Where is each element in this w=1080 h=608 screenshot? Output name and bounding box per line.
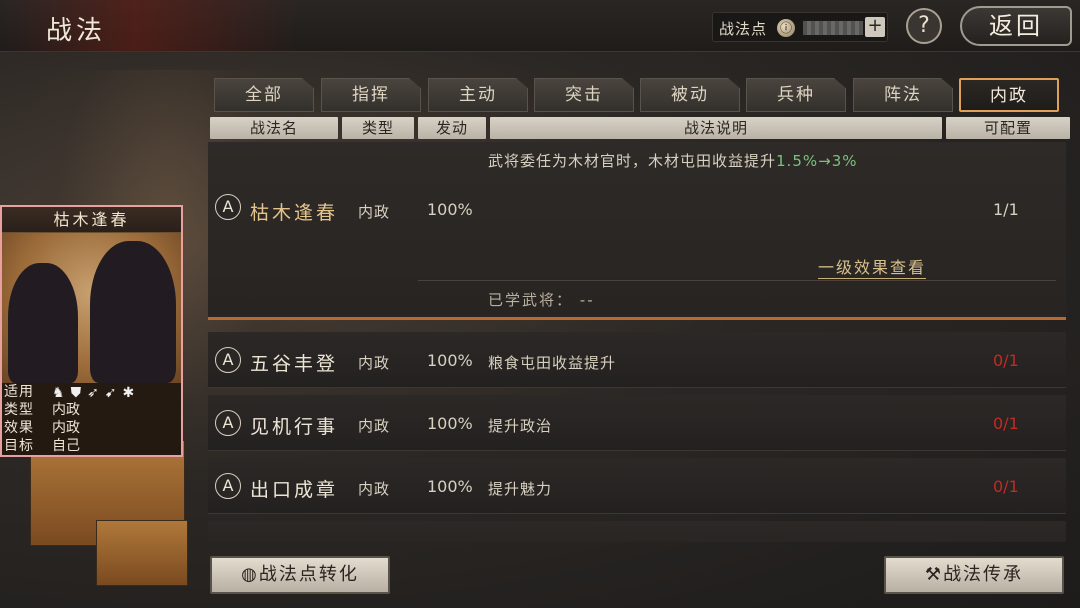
skill-description: 武将委任为木材官时，木材屯田收益提升1.5%→3% [488,150,858,171]
effect-value: 内政 [52,420,80,436]
type-value: 内政 [52,402,80,418]
table-row[interactable]: A 五谷丰登 内政 100% 粮食屯田收益提升 0/1 [208,332,1066,388]
card-illustration [2,233,181,383]
wheel-icon: ✱ [122,385,141,401]
page-title: 战法 [46,16,107,46]
skill-rate: 100% [427,200,473,219]
learned-generals: 已学武将： -- [488,289,595,310]
figure-silhouette [8,263,78,383]
convert-points-button[interactable]: ◍战法点转化 [210,556,390,594]
top-bar: 战法 战法点 ⓘ + ? 返回 [0,0,1080,52]
grade-badge: A [215,410,241,436]
convert-points-label: 战法点转化 [258,564,359,585]
tab-command[interactable]: 指挥 [321,78,421,112]
tab-troop[interactable]: 兵种 [746,78,846,112]
grade-badge: A [215,473,241,499]
target-value: 自己 [52,438,80,454]
card-title: 枯木逢春 [2,207,181,233]
info-applies: 适用 ♞⛊➶➹✱ [4,383,179,401]
tab-active[interactable]: 主动 [428,78,528,112]
swirl-icon: ◍ [241,564,259,585]
column-header-description: 战法说明 [490,117,942,139]
help-button[interactable]: ? [906,8,942,44]
learned-label: 已学武将： [488,291,574,309]
info-effect: 效果 内政 [4,419,179,437]
skill-rate: 100% [427,351,473,370]
level1-effect-link[interactable]: 一级效果查看 [818,254,927,279]
description-text: 武将委任为木材官时，木材屯田收益提升 [488,152,777,170]
tactic-points-box: 战法点 ⓘ + [712,12,888,42]
skill-count: 0/1 [993,477,1019,496]
type-label: 类型 [4,402,34,418]
bow-icon: ➶ [87,385,105,401]
skill-card: 枯木逢春 适用 ♞⛊➶➹✱ 类型 内政 效果 内政 目标 自己 [0,205,183,457]
column-header-rate: 发动 [418,117,486,139]
column-header-type: 类型 [342,117,414,139]
card-info: 适用 ♞⛊➶➹✱ 类型 内政 效果 内政 目标 自己 [2,383,181,455]
hammer-icon: ⚒ [924,564,944,585]
tab-all[interactable]: 全部 [214,78,314,112]
skill-rate: 100% [427,477,473,496]
tactic-points-value [803,21,863,35]
skill-name: 五谷丰登 [250,353,339,375]
skill-description: 粮食屯田收益提升 [488,354,617,372]
stacked-card [96,520,188,586]
table-row-partial[interactable] [208,521,1066,542]
skill-type: 内政 [358,203,391,221]
inherit-skill-button[interactable]: ⚒战法传承 [884,556,1064,594]
tab-internal-affairs[interactable]: 内政 [959,78,1059,112]
divider [418,280,1056,281]
skill-name: 枯木逢春 [250,202,339,224]
figure-silhouette [90,241,176,383]
back-button[interactable]: 返回 [960,6,1072,46]
grade-badge: A [215,347,241,373]
effect-label: 效果 [4,420,34,436]
skill-type: 内政 [358,480,391,498]
target-label: 目标 [4,438,34,454]
inherit-skill-label: 战法传承 [943,564,1024,585]
shield-icon: ⛊ [70,385,88,401]
skill-description: 提升魅力 [488,480,553,498]
skill-name: 见机行事 [250,416,339,438]
info-type: 类型 内政 [4,401,179,419]
tactic-point-icon: ⓘ [777,19,795,37]
skill-name: 出口成章 [250,479,339,501]
applies-label: 适用 [4,384,34,400]
tab-passive[interactable]: 被动 [640,78,740,112]
add-points-button[interactable]: + [865,17,885,37]
skill-rate: 100% [427,414,473,433]
tactic-points-label: 战法点 [719,20,768,38]
skill-description: 提升政治 [488,417,553,435]
table-row[interactable]: A 见机行事 内政 100% 提升政治 0/1 [208,395,1066,451]
skill-count: 0/1 [993,351,1019,370]
skill-type: 内政 [358,417,391,435]
title-banner [0,0,300,52]
cavalry-icon: ♞ [52,385,71,401]
column-header-name: 战法名 [210,117,338,139]
skill-count: 1/1 [993,200,1019,219]
tab-assault[interactable]: 突击 [534,78,634,112]
column-header-count: 可配置 [946,117,1070,139]
spear-icon: ➹ [104,385,123,401]
skill-table: A 枯木逢春 内政 100% 武将委任为木材官时，木材屯田收益提升1.5%→3%… [208,142,1066,542]
category-tabs: 全部 指挥 主动 突击 被动 兵种 阵法 内政 [214,78,1064,112]
skill-type: 内政 [358,354,391,372]
info-target: 目标 自己 [4,437,179,455]
grade-badge: A [215,194,241,220]
troop-type-icons: ♞⛊➶➹✱ [52,384,140,402]
learned-value: -- [579,291,595,309]
skill-count: 0/1 [993,414,1019,433]
description-highlight: 1.5%→3% [776,152,858,170]
table-row-expanded[interactable]: A 枯木逢春 内政 100% 武将委任为木材官时，木材屯田收益提升1.5%→3%… [208,142,1066,320]
table-row[interactable]: A 出口成章 内政 100% 提升魅力 0/1 [208,458,1066,514]
tab-formation[interactable]: 阵法 [853,78,953,112]
